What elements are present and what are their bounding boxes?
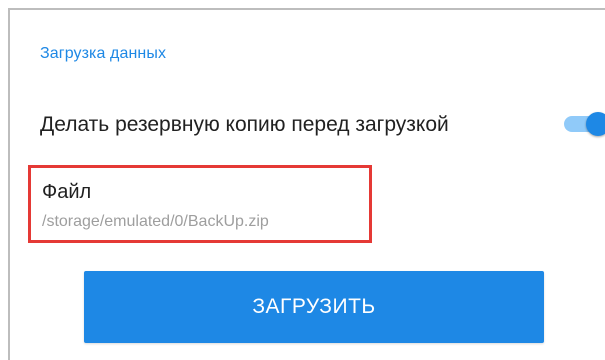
upload-button[interactable]: ЗАГРУЗИТЬ [84, 271, 544, 343]
section-title: Загрузка данных [40, 45, 167, 62]
backup-toggle-switch[interactable] [560, 109, 605, 139]
backup-setting-row[interactable]: Делать резервную копию перед загрузкой [40, 104, 605, 144]
file-setting-label: Файл [42, 181, 92, 203]
file-path-value: /storage/emulated/0/BackUp.zip [42, 213, 269, 230]
backup-setting-label: Делать резервную копию перед загрузкой [40, 113, 449, 136]
file-setting-row[interactable]: Файл /storage/emulated/0/BackUp.zip [28, 165, 372, 243]
toggle-thumb [586, 112, 605, 136]
settings-panel: Загрузка данных Делать резервную копию п… [8, 8, 605, 360]
